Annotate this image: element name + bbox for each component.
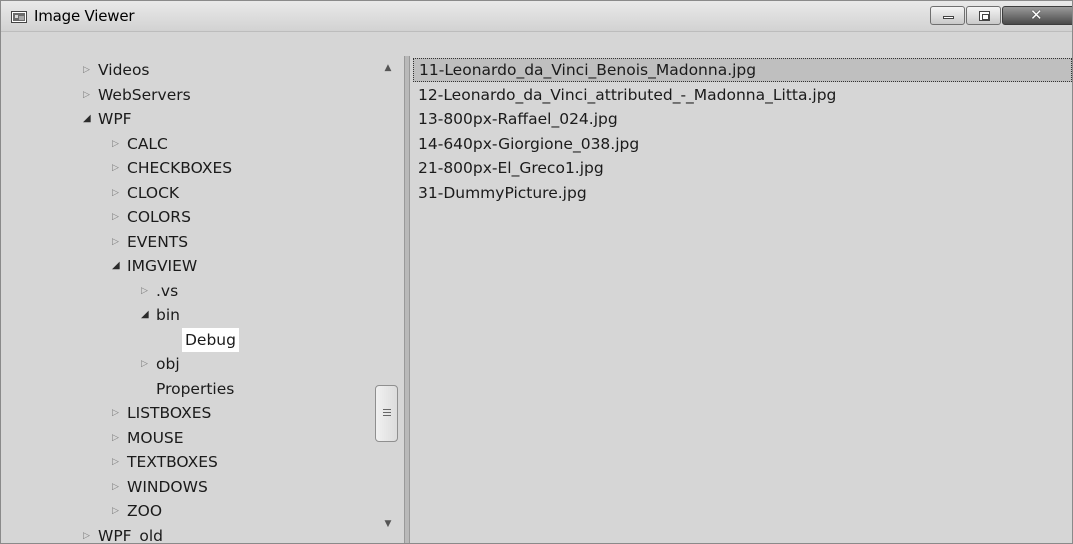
tree-item[interactable]: ▷ EVENTS — [9, 230, 369, 254]
tree-collapsed-icon[interactable]: ▷ — [112, 499, 124, 523]
tree-expanded-icon[interactable]: ◢ — [141, 303, 153, 327]
tree-item-label: CLOCK — [127, 183, 180, 202]
window-title: Image Viewer — [34, 7, 135, 25]
tree-item[interactable]: ▷ ZOO — [9, 499, 369, 523]
file-list-item[interactable]: 11-Leonardo_da_Vinci_Benois_Madonna.jpg — [413, 58, 1072, 82]
file-list-item[interactable]: 31-DummyPicture.jpg — [410, 181, 587, 205]
tree-item-label: WebServers — [98, 85, 191, 104]
grip-icon — [383, 409, 391, 417]
tree-collapsed-icon[interactable]: ▷ — [112, 450, 124, 474]
tree-item-label: EVENTS — [127, 232, 189, 251]
tree-item-label: Properties — [156, 379, 235, 398]
scroll-thumb[interactable] — [375, 385, 398, 442]
minimize-button[interactable] — [930, 6, 965, 25]
tree-item-label: obj — [156, 355, 180, 373]
tree-item-label: Debug — [182, 327, 239, 352]
tree-collapsed-icon[interactable]: ▷ — [112, 156, 124, 180]
tree-item[interactable]: ▷ WPF_old — [9, 524, 369, 544]
file-list-item[interactable]: 14-640px-Giorgione_038.jpg — [410, 132, 639, 156]
tree-item[interactable]: ▷ CALC — [9, 132, 369, 156]
tree-item-label: TEXTBOXES — [127, 453, 218, 471]
tree-item-label: CALC — [127, 134, 168, 153]
tree-item[interactable]: ◢ bin — [9, 303, 369, 327]
tree-item-label: bin — [156, 306, 180, 324]
tree-item[interactable]: ◢ IMGVIEW — [9, 254, 369, 278]
tree-collapsed-icon[interactable]: ▷ — [112, 181, 124, 205]
tree-collapsed-icon[interactable]: ▷ — [112, 205, 124, 229]
tree-item[interactable]: ▷ WebServers — [9, 83, 369, 107]
tree-collapsed-icon[interactable]: ▷ — [112, 230, 124, 254]
tree-item-label: IMGVIEW — [127, 257, 198, 275]
tree-scrollbar[interactable]: ▲ ▼ — [374, 56, 402, 543]
tree-item[interactable]: ▷ COLORS — [9, 205, 369, 229]
tree-item-label: WINDOWS — [127, 477, 208, 496]
tree-collapsed-icon[interactable]: ▷ — [141, 279, 153, 303]
tree-item[interactable]: ▷ WINDOWS — [9, 475, 369, 499]
file-list-item[interactable]: 13-800px-Raffael_024.jpg — [410, 107, 618, 131]
tree-collapsed-icon[interactable]: ▷ — [83, 83, 95, 107]
tree-item[interactable]: Properties — [9, 377, 369, 401]
maximize-button[interactable] — [966, 6, 1001, 25]
folder-tree[interactable]: ▷ Videos ▷ WebServers ◢ WPF ▷ CALC ▷ CHECKBOXES ▷ C… — [9, 56, 404, 544]
tree-expanded-icon[interactable]: ◢ — [83, 107, 95, 131]
tree-item[interactable]: Debug — [9, 327, 369, 352]
image-viewer-window: Image Viewer ✕ ▷ Videos ▷ WebServers ◢ WPF ▷ CA… — [0, 0, 1073, 544]
tree-collapsed-icon[interactable]: ▷ — [83, 58, 95, 82]
tree-item[interactable]: ◢ WPF — [9, 107, 369, 131]
tree-item-label: Videos — [98, 61, 150, 79]
tree-item[interactable]: ▷ MOUSE — [9, 426, 369, 450]
tree-item-label: .vs — [156, 281, 179, 300]
maximize-icon — [979, 11, 990, 21]
tree-item-label: WPF — [98, 110, 132, 128]
tree-item-label: CHECKBOXES — [127, 159, 233, 177]
image-viewer-icon — [11, 11, 27, 23]
title-bar[interactable]: Image Viewer ✕ — [1, 1, 1072, 32]
tree-collapsed-icon[interactable]: ▷ — [112, 426, 124, 450]
close-button[interactable]: ✕ — [1002, 6, 1072, 25]
tree-collapsed-icon[interactable]: ▷ — [83, 524, 95, 544]
tree-expanded-icon[interactable]: ◢ — [112, 254, 124, 278]
tree-item[interactable]: ▷ CHECKBOXES — [9, 156, 369, 180]
close-icon: ✕ — [1030, 6, 1043, 24]
tree-item-label: COLORS — [127, 208, 191, 226]
tree-collapsed-icon[interactable]: ▷ — [112, 132, 124, 156]
tree-item[interactable]: ▷ Videos — [9, 58, 369, 82]
tree-item[interactable]: ▷ LISTBOXES — [9, 401, 369, 425]
tree-item[interactable]: ▷ TEXTBOXES — [9, 450, 369, 474]
tree-item[interactable]: ▷ CLOCK — [9, 181, 369, 205]
minimize-icon — [943, 16, 954, 19]
file-list-item[interactable]: 12-Leonardo_da_Vinci_attributed_-_Madonn… — [410, 83, 836, 107]
scroll-down-icon[interactable]: ▼ — [383, 519, 393, 529]
scroll-up-icon[interactable]: ▲ — [383, 63, 393, 73]
tree-item-label: ZOO — [127, 502, 163, 520]
tree-item[interactable]: ▷ obj — [9, 352, 369, 376]
file-list-item[interactable]: 21-800px-El_Greco1.jpg — [410, 156, 604, 180]
file-list[interactable]: 11-Leonardo_da_Vinci_Benois_Madonna.jpg 1… — [410, 56, 1072, 543]
tree-item[interactable]: ▷ .vs — [9, 279, 369, 303]
tree-collapsed-icon[interactable]: ▷ — [141, 352, 153, 376]
tree-item-label: MOUSE — [127, 428, 184, 447]
tree-collapsed-icon[interactable]: ▷ — [112, 401, 124, 425]
tree-item-label: WPF_old — [98, 526, 163, 544]
tree-collapsed-icon[interactable]: ▷ — [112, 475, 124, 499]
tree-item-label: LISTBOXES — [127, 404, 212, 422]
